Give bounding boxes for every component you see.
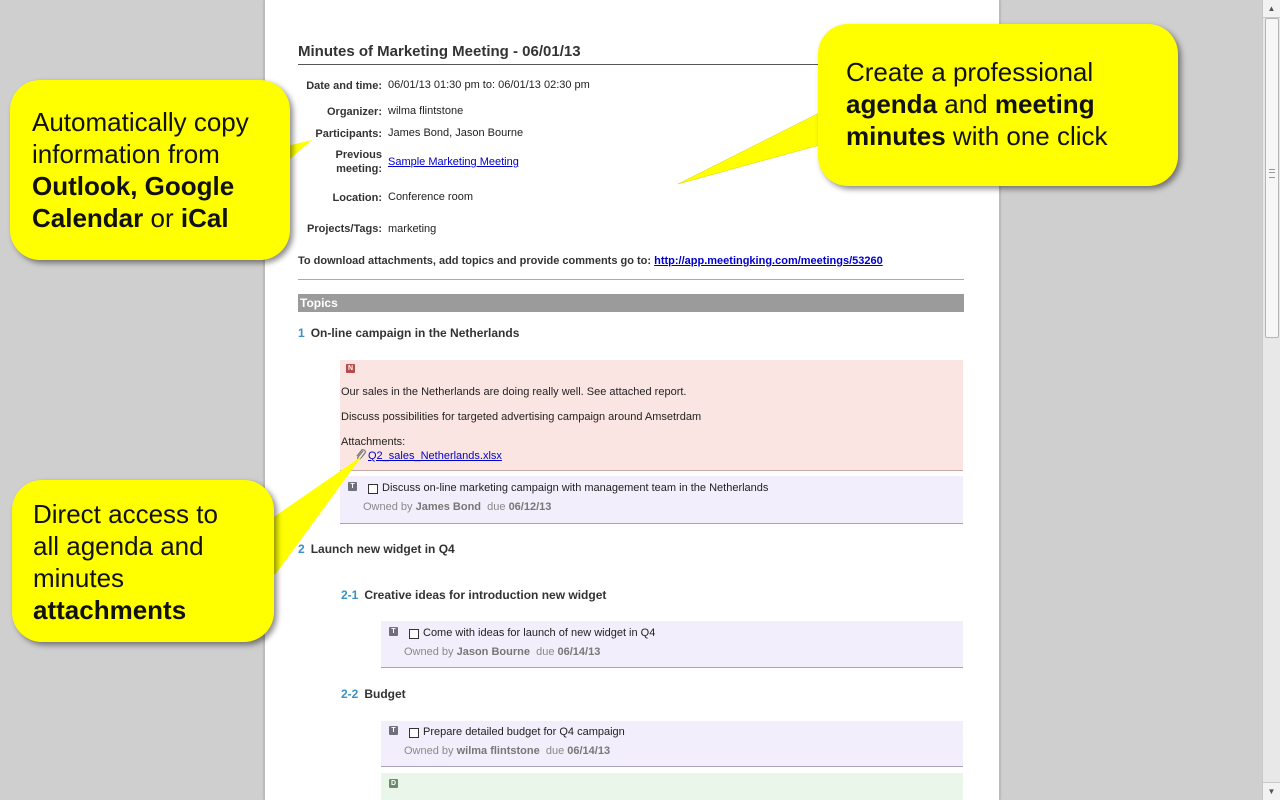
copy-line-1: Automatically copy xyxy=(32,107,249,137)
agenda-line-1: Create a professional xyxy=(846,57,1094,87)
attach-line-2: all agenda and xyxy=(33,531,204,561)
copy-callout-text: Automatically copy information from Outl… xyxy=(32,106,249,234)
agenda-callout-text: Create a professional agenda and meeting… xyxy=(846,56,1108,152)
agenda-mid: and xyxy=(944,89,988,119)
attach-bold-1: attachments xyxy=(33,595,187,625)
agenda-bold-3: minutes xyxy=(846,121,946,151)
copy-bold-1: Outlook, Google xyxy=(32,171,235,201)
attach-line-1: Direct access to xyxy=(33,499,218,529)
copy-bold-2: Calendar xyxy=(32,203,144,233)
attachments-callout: Direct access to all agenda and minutes … xyxy=(12,480,274,642)
copy-mid: or xyxy=(150,203,174,233)
agenda-bold-1: agenda xyxy=(846,89,938,119)
attach-line-3: minutes xyxy=(33,563,125,593)
copy-bold-3: iCal xyxy=(180,203,229,233)
attachments-callout-text: Direct access to all agenda and minutes … xyxy=(33,498,218,626)
agenda-bold-2: meeting xyxy=(994,89,1095,119)
copy-line-2: information from xyxy=(32,139,220,169)
copy-info-callout: Automatically copy information from Outl… xyxy=(10,80,290,260)
agenda-callout: Create a professional agenda and meeting… xyxy=(818,24,1178,186)
agenda-tail: with one click xyxy=(952,121,1108,151)
